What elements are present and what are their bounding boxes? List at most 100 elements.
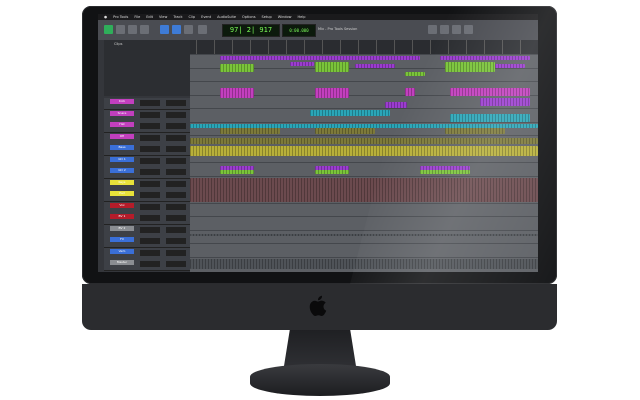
track-send-slot[interactable] bbox=[166, 111, 186, 118]
track-name[interactable]: Gtr 2 bbox=[110, 168, 134, 173]
clip-list[interactable]: Clips bbox=[104, 40, 190, 96]
stop-button[interactable] bbox=[440, 25, 449, 34]
track-header[interactable]: FX bbox=[104, 236, 190, 248]
audio-clip[interactable] bbox=[190, 259, 538, 269]
tool-button[interactable] bbox=[140, 25, 149, 34]
track-send-slot[interactable] bbox=[166, 180, 186, 187]
audio-clip[interactable] bbox=[190, 234, 538, 236]
track-header[interactable]: OH bbox=[104, 132, 190, 145]
track-header[interactable]: Snare bbox=[104, 109, 190, 122]
track-send-slot[interactable] bbox=[166, 249, 186, 256]
audio-clip[interactable] bbox=[480, 98, 530, 106]
track-header[interactable]: BV 2 bbox=[104, 224, 190, 237]
audio-clip[interactable] bbox=[190, 146, 538, 156]
track-name[interactable]: Verb bbox=[110, 248, 134, 254]
edit-window[interactable] bbox=[190, 54, 538, 272]
track-name[interactable]: Master bbox=[110, 260, 134, 265]
menu-item[interactable]: Event bbox=[201, 15, 211, 19]
pencil-tool-button[interactable] bbox=[184, 25, 193, 34]
track-send-slot[interactable] bbox=[166, 134, 186, 141]
menu-item[interactable]: Clip bbox=[188, 15, 195, 19]
audio-clip[interactable] bbox=[445, 62, 495, 72]
track-name[interactable]: BV 1 bbox=[110, 214, 134, 219]
audio-clip[interactable] bbox=[405, 72, 425, 76]
track-header[interactable]: Vox bbox=[104, 201, 190, 214]
rewind-button[interactable] bbox=[428, 25, 437, 34]
track-send-slot[interactable] bbox=[166, 157, 186, 164]
audio-clip[interactable] bbox=[220, 170, 254, 174]
track-insert-slot[interactable] bbox=[140, 238, 160, 244]
audio-clip[interactable] bbox=[405, 88, 415, 96]
track-send-slot[interactable] bbox=[166, 203, 186, 210]
audio-clip[interactable] bbox=[220, 56, 420, 60]
track-name[interactable]: OH bbox=[110, 133, 134, 139]
audio-clip[interactable] bbox=[315, 88, 349, 98]
tool-button[interactable] bbox=[116, 25, 125, 34]
audio-clip[interactable] bbox=[315, 128, 375, 134]
menu-item[interactable]: Pro Tools bbox=[113, 15, 128, 19]
track-header[interactable]: Keys bbox=[104, 178, 190, 191]
audio-clip[interactable] bbox=[450, 88, 530, 96]
menu-item[interactable]: Track bbox=[173, 15, 182, 19]
audio-clip[interactable] bbox=[190, 138, 538, 144]
track-header[interactable]: Gtr 2 bbox=[104, 167, 190, 179]
track-send-slot[interactable] bbox=[166, 226, 186, 233]
track-insert-slot[interactable] bbox=[140, 100, 160, 106]
track-send-slot[interactable] bbox=[166, 169, 186, 175]
audio-clip[interactable] bbox=[190, 178, 538, 202]
track-name[interactable]: Bass bbox=[110, 145, 134, 150]
audio-clip[interactable] bbox=[315, 62, 349, 72]
menu-item[interactable]: Window bbox=[278, 15, 292, 19]
track-header[interactable]: Bass bbox=[104, 144, 190, 156]
audio-clip[interactable] bbox=[355, 64, 395, 68]
track-header[interactable]: Gtr 1 bbox=[104, 155, 190, 168]
audio-clip[interactable] bbox=[310, 110, 390, 116]
audio-clip[interactable] bbox=[220, 64, 254, 72]
menu-item[interactable]: Help bbox=[298, 15, 306, 19]
menu-item[interactable]: Edit bbox=[146, 15, 153, 19]
play-button[interactable] bbox=[452, 25, 461, 34]
menu-item[interactable]: Options bbox=[242, 15, 256, 19]
track-name[interactable]: Snare bbox=[110, 110, 134, 116]
track-header[interactable]: Verb bbox=[104, 247, 190, 260]
audio-clip[interactable] bbox=[495, 64, 525, 68]
track-name[interactable]: Vox bbox=[110, 202, 134, 208]
track-insert-slot[interactable] bbox=[140, 111, 160, 118]
audio-clip[interactable] bbox=[220, 88, 254, 98]
track-header[interactable]: Pad bbox=[104, 190, 190, 202]
audio-clip[interactable] bbox=[220, 128, 280, 134]
track-name[interactable]: BV 2 bbox=[110, 225, 134, 231]
audio-clip[interactable] bbox=[290, 62, 314, 66]
track-insert-slot[interactable] bbox=[140, 157, 160, 164]
track-insert-slot[interactable] bbox=[140, 203, 160, 210]
audio-clip[interactable] bbox=[440, 56, 530, 60]
audio-clip[interactable] bbox=[385, 102, 407, 108]
track-name[interactable]: Hat bbox=[110, 122, 134, 127]
track-insert-slot[interactable] bbox=[140, 249, 160, 256]
track-send-slot[interactable] bbox=[166, 123, 186, 129]
track-insert-slot[interactable] bbox=[140, 146, 160, 152]
track-insert-slot[interactable] bbox=[140, 180, 160, 187]
menu-item[interactable]: AudioSuite bbox=[217, 15, 236, 19]
main-counter[interactable]: 97| 2| 917 bbox=[222, 24, 280, 37]
track-name[interactable]: Kick bbox=[110, 99, 134, 104]
audio-clip[interactable] bbox=[315, 170, 349, 174]
audio-clip[interactable] bbox=[420, 170, 470, 174]
audio-clip[interactable] bbox=[450, 114, 530, 122]
track-header[interactable]: BV 1 bbox=[104, 213, 190, 225]
track-header[interactable]: Hat bbox=[104, 121, 190, 133]
track-name[interactable]: FX bbox=[110, 237, 134, 242]
track-insert-slot[interactable] bbox=[140, 123, 160, 129]
track-name[interactable]: Pad bbox=[110, 191, 134, 196]
record-button[interactable] bbox=[464, 25, 473, 34]
menu-item[interactable]: File bbox=[134, 15, 140, 19]
sub-counter[interactable]: 0:00.000 bbox=[282, 24, 316, 37]
track-insert-slot[interactable] bbox=[140, 192, 160, 198]
menu-item[interactable]: Setup bbox=[262, 15, 272, 19]
track-header[interactable]: Master bbox=[104, 259, 190, 271]
track-insert-slot[interactable] bbox=[140, 215, 160, 221]
track-header[interactable]: Kick bbox=[104, 98, 190, 110]
track-send-slot[interactable] bbox=[166, 261, 186, 267]
selector-tool-button[interactable] bbox=[172, 25, 181, 34]
menu-apple-icon[interactable]: ● bbox=[104, 15, 107, 19]
